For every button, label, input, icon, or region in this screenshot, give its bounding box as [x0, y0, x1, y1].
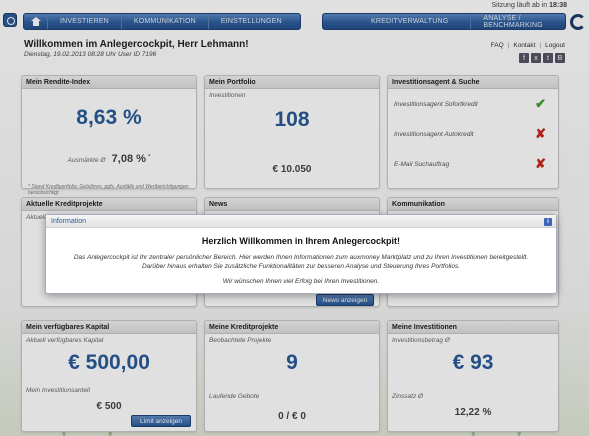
- dialog-header: Information i: [46, 215, 556, 228]
- dialog-body: Das Anlegercockpit ist Ihr zentraler per…: [73, 254, 529, 270]
- info-icon[interactable]: i: [544, 218, 552, 226]
- dialog-title: Information: [51, 218, 87, 225]
- information-dialog: Information i Herzlich Willkommen in Ihr…: [45, 214, 557, 294]
- dialog-heading: Herzlich Willkommen in Ihrem Anlegercock…: [201, 236, 401, 246]
- dialog-footer: Wir wünschen Ihnen viel Erfolg bei Ihren…: [222, 278, 380, 285]
